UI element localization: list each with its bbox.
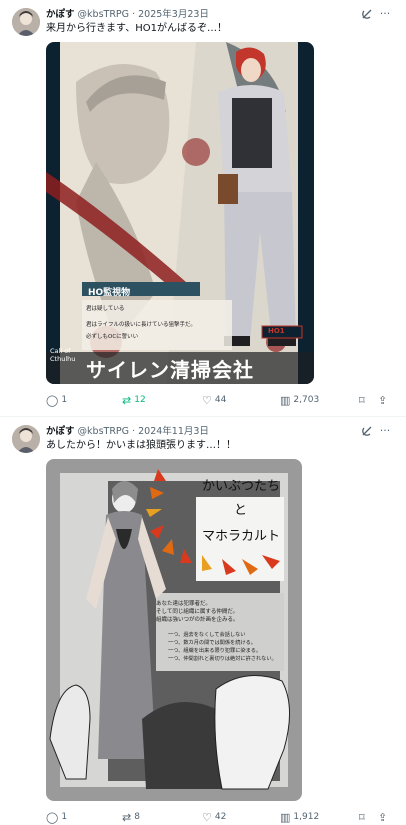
like-button[interactable]: ♡ 44 — [202, 392, 226, 408]
bookmark-button[interactable]: ⌑ — [359, 809, 365, 825]
post-header: かぽす @kbsTRPG · 2025年3月23日 — [46, 9, 209, 20]
image-line: 必ずしもOCに誓いい — [86, 334, 139, 340]
post-date[interactable]: 2024年11月3日 — [138, 426, 209, 437]
post-2[interactable]: かぽす @kbsTRPG · 2024年11月3日 ··· あしたから！かいまは… — [0, 417, 406, 825]
post-image[interactable]: HO監視物 君は疑している 君はライフルの扱いに長けている狙撃手だ。 必ずしもO… — [46, 42, 314, 384]
reply-icon: ◯ — [46, 810, 59, 824]
image-rule-line: 一つ、組織を出来る限り犯罪に染まる。 — [168, 648, 262, 654]
views-icon: ▥ — [280, 393, 291, 407]
share-icon: ⇪ — [378, 393, 388, 407]
image-game-label: Call of Cthulhu — [50, 347, 76, 363]
post-actions: ◯ 1 ⇄ 8 ♡ 42 ▥ 1,912 ⌑ ⇪ — [46, 809, 396, 825]
grok-icon[interactable] — [360, 8, 374, 22]
repost-icon: ⇄ — [122, 393, 132, 407]
image-rule-line: 一つ、過去をなくして会話しない — [168, 632, 246, 638]
more-icon[interactable]: ··· — [378, 424, 392, 438]
handle[interactable]: @kbsTRPG — [78, 426, 129, 437]
image-intro-line: あなた達は犯罪者だ。 — [156, 601, 211, 607]
share-button[interactable]: ⇪ — [378, 809, 387, 825]
repost-icon: ⇄ — [122, 810, 132, 824]
view-count: 2,703 — [293, 395, 320, 405]
image-line: 君は疑している — [86, 306, 125, 312]
heart-icon: ♡ — [202, 810, 212, 824]
image-title-line: マホラカルト — [202, 529, 281, 544]
like-count: 42 — [214, 812, 227, 822]
reply-button[interactable]: ◯ 1 — [46, 809, 67, 825]
post-text: あしたから！かいまは狼頭張ります…！！ — [46, 440, 236, 451]
view-count: 1,912 — [293, 812, 320, 822]
image-rule-line: 一つ、仲間割れと裏切りは絶対に許されない。 — [168, 656, 277, 662]
post-header: かぽす @kbsTRPG · 2024年11月3日 — [46, 426, 209, 437]
post-date[interactable]: 2025年3月23日 — [138, 9, 209, 20]
display-name[interactable]: かぽす — [46, 9, 75, 20]
grok-icon[interactable] — [360, 425, 374, 439]
reply-button[interactable]: ◯ 1 — [46, 392, 67, 408]
views-icon: ▥ — [280, 810, 291, 824]
image-ho-label: HO監視物 — [88, 288, 131, 298]
like-count: 44 — [214, 395, 227, 405]
share-button[interactable]: ⇪ — [378, 392, 387, 408]
reply-icon: ◯ — [46, 393, 59, 407]
image-title-line: と — [234, 503, 248, 518]
views-button[interactable]: ▥ 1,912 — [280, 809, 319, 825]
reply-count: 1 — [61, 395, 68, 405]
image-intro-line: 組織は強いつがの計画を企みる。 — [156, 617, 239, 623]
image-intro-line: そして同じ組織に属する仲間だ。 — [156, 609, 239, 615]
bookmark-button[interactable]: ⌑ — [359, 392, 365, 408]
post-1[interactable]: かぽす @kbsTRPG · 2025年3月23日 ··· 来月から行きます、H… — [0, 0, 406, 412]
handle[interactable]: @kbsTRPG — [78, 9, 129, 20]
avatar[interactable] — [12, 425, 40, 453]
share-icon: ⇪ — [378, 810, 388, 824]
more-icon[interactable]: ··· — [378, 7, 392, 21]
bookmark-icon: ⌑ — [359, 810, 365, 824]
avatar[interactable] — [12, 8, 40, 36]
like-button[interactable]: ♡ 42 — [202, 809, 226, 825]
repost-button[interactable]: ⇄ 8 — [122, 809, 140, 825]
image-title-line: かいぶつたち — [202, 479, 281, 494]
post-actions: ◯ 1 ⇄ 12 ♡ 44 ▥ 2,703 ⌑ ⇪ — [46, 392, 396, 408]
post-text: 来月から行きます、HO1がんばるぞ…！ — [46, 23, 227, 34]
reply-count: 1 — [61, 812, 68, 822]
bookmark-icon: ⌑ — [359, 393, 365, 407]
image-title: サイレン清掃会社 — [86, 358, 254, 382]
repost-button[interactable]: ⇄ 12 — [122, 392, 146, 408]
image-stamp: HO1 — [268, 327, 285, 335]
views-button[interactable]: ▥ 2,703 — [280, 392, 319, 408]
heart-icon: ♡ — [202, 393, 212, 407]
repost-count: 12 — [134, 395, 146, 405]
repost-count: 8 — [134, 812, 140, 822]
display-name[interactable]: かぽす — [46, 426, 75, 437]
image-line: 君はライフルの扱いに長けている狙撃手だ。 — [86, 322, 196, 328]
post-image[interactable]: かいぶつたち と マホラカルト あなた達は犯罪者だ。 そして同じ組織に属する仲間… — [46, 459, 302, 801]
image-rule-line: 一つ、数カ月の間では関係を続ける。 — [168, 640, 256, 646]
